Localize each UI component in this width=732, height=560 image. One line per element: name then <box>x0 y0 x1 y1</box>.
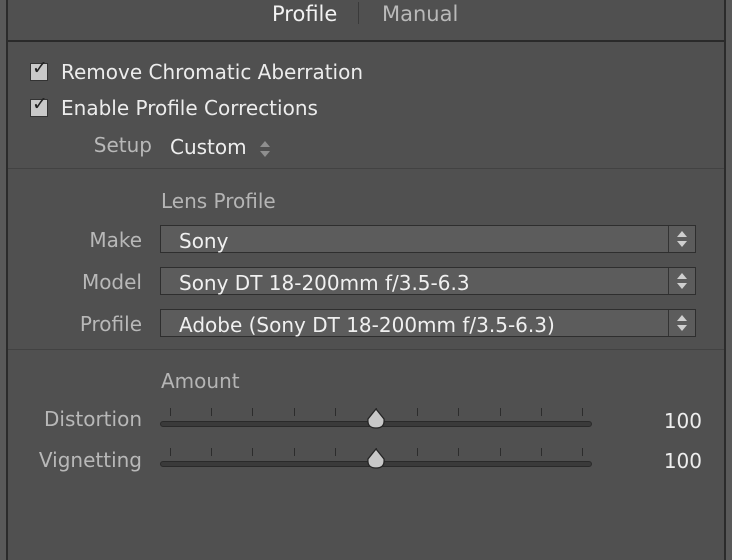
vignetting-slider[interactable] <box>160 448 592 470</box>
tab-divider <box>358 2 359 24</box>
slider-tick <box>540 448 542 456</box>
slider-tick <box>417 408 419 416</box>
up-down-arrows-icon <box>677 231 687 247</box>
vignetting-value[interactable]: 100 <box>618 449 702 473</box>
slider-tick <box>499 408 501 416</box>
section-divider <box>8 349 724 350</box>
lens-corrections-panel: Profile Manual ✓ Remove Chromatic Aberra… <box>6 0 726 560</box>
slider-tick <box>252 448 254 456</box>
slider-tick <box>293 448 295 456</box>
lens-profile-heading: Lens Profile <box>161 189 276 213</box>
slider-tick <box>170 448 171 456</box>
profile-label: Profile <box>79 312 142 336</box>
amount-heading: Amount <box>161 369 240 393</box>
distortion-label: Distortion <box>44 407 142 431</box>
tab-profile[interactable]: Profile <box>272 0 337 28</box>
slider-thumb-icon[interactable] <box>366 448 386 470</box>
tab-manual[interactable]: Manual <box>382 0 458 28</box>
slider-tick <box>582 448 583 456</box>
check-icon: ✓ <box>32 93 48 115</box>
model-select-button[interactable] <box>668 268 695 294</box>
checkbox-box[interactable]: ✓ <box>30 94 48 117</box>
enable-profile-corrections-label: Enable Profile Corrections <box>61 96 318 120</box>
check-icon: ✓ <box>32 57 48 79</box>
setup-value[interactable]: Custom <box>170 135 247 159</box>
make-select[interactable]: Sony <box>160 225 696 253</box>
distortion-slider[interactable] <box>160 408 592 430</box>
profile-value: Adobe (Sony DT 18-200mm f/3.5-6.3) <box>179 313 555 337</box>
up-down-arrows-icon <box>677 315 687 331</box>
make-label: Make <box>89 228 142 252</box>
slider-tick <box>540 408 542 416</box>
slider-tick <box>211 448 213 456</box>
make-value: Sony <box>179 229 229 253</box>
slider-tick <box>170 408 171 416</box>
distortion-value[interactable]: 100 <box>618 409 702 433</box>
slider-tick <box>458 448 460 456</box>
slider-thumb-icon[interactable] <box>366 408 386 430</box>
vignetting-label: Vignetting <box>38 448 142 472</box>
slider-tick <box>334 408 336 416</box>
slider-tick <box>334 448 336 456</box>
model-select[interactable]: Sony DT 18-200mm f/3.5-6.3 <box>160 267 696 295</box>
model-value: Sony DT 18-200mm f/3.5-6.3 <box>179 271 470 295</box>
remove-chromatic-aberration-label: Remove Chromatic Aberration <box>61 60 364 84</box>
setup-label: Setup <box>93 133 152 157</box>
up-down-arrows-icon[interactable] <box>260 141 270 157</box>
enable-profile-corrections-checkbox[interactable]: ✓ Enable Profile Corrections <box>30 94 318 122</box>
model-label: Model <box>81 270 142 294</box>
slider-tick <box>499 448 501 456</box>
checkbox-box[interactable]: ✓ <box>30 58 48 81</box>
tab-bar: Profile Manual <box>8 0 724 42</box>
make-select-button[interactable] <box>668 226 695 252</box>
slider-tick <box>458 408 460 416</box>
profile-select[interactable]: Adobe (Sony DT 18-200mm f/3.5-6.3) <box>160 309 696 337</box>
profile-select-button[interactable] <box>668 310 695 336</box>
up-down-arrows-icon <box>677 273 687 289</box>
remove-chromatic-aberration-checkbox[interactable]: ✓ Remove Chromatic Aberration <box>30 58 363 86</box>
slider-tick <box>417 448 419 456</box>
slider-tick <box>293 408 295 416</box>
section-divider <box>8 168 724 169</box>
slider-tick <box>211 408 213 416</box>
slider-tick <box>582 408 583 416</box>
slider-tick <box>252 408 254 416</box>
